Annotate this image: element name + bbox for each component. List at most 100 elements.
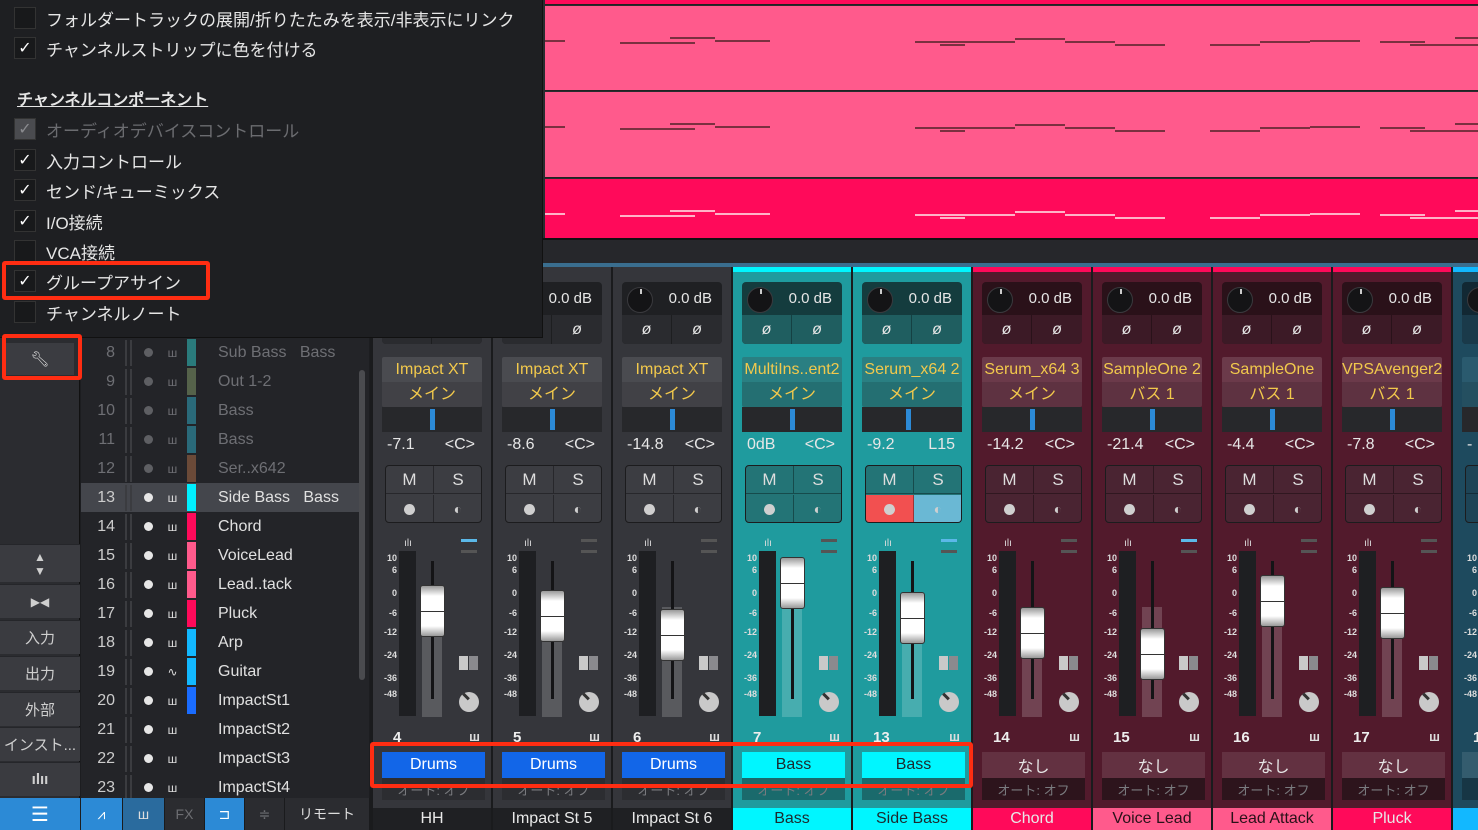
checkbox[interactable] — [14, 7, 36, 29]
mute-button[interactable]: M — [1466, 466, 1478, 494]
option-link-folder-expand[interactable]: フォルダートラックの展開/折りたたみを表示/非表示にリンク — [14, 6, 514, 30]
volume-readout[interactable]: -4.4 — [1227, 436, 1255, 454]
option-group-assign[interactable]: ✓ グループアサイン — [14, 269, 181, 293]
output-destination-selector[interactable] — [1462, 382, 1478, 407]
pan-slider[interactable] — [982, 407, 1082, 432]
record-arm-button[interactable] — [986, 495, 1034, 522]
options-button[interactable]: 🔧︎ — [6, 343, 74, 375]
stereo-mode-icon[interactable] — [579, 656, 598, 670]
record-arm-button[interactable] — [386, 495, 434, 522]
volume-fader[interactable] — [1260, 574, 1285, 627]
pan-readout[interactable]: <C> — [445, 436, 475, 454]
phase-invert-button[interactable]: ø — [742, 315, 792, 344]
volume-readout[interactable]: -7.1 — [387, 436, 415, 454]
pan-knob[interactable] — [459, 692, 479, 712]
visibility-dot-toggle[interactable] — [144, 522, 153, 531]
instrument-view-button[interactable]: ш — [123, 798, 165, 830]
pan-readout[interactable]: <C> — [1285, 436, 1315, 454]
automation-lanes-icon[interactable] — [1061, 539, 1077, 553]
track-list-row[interactable]: 12 ш Ser..x642 — [81, 454, 359, 483]
monitor-button[interactable] — [674, 495, 721, 522]
pan-slider[interactable] — [1462, 407, 1478, 432]
nav-input-button[interactable]: 入力 — [0, 620, 80, 654]
automation-lanes-icon[interactable] — [1301, 539, 1317, 553]
volume-fader[interactable] — [1380, 587, 1405, 639]
automation-mode-button[interactable]: オート: オフ — [862, 778, 965, 800]
visibility-dot-toggle[interactable] — [144, 696, 153, 705]
pan-readout[interactable]: <C> — [565, 436, 595, 454]
solo-button[interactable]: S — [1154, 466, 1201, 494]
option-channel-notes[interactable]: チャンネルノート — [14, 300, 182, 324]
track-list-row[interactable]: 11 ш Bass — [81, 425, 359, 454]
phase-invert-button[interactable]: ø — [862, 315, 912, 344]
input-source-selector[interactable]: VPSAvenger2 — [1342, 357, 1442, 382]
pan-slider[interactable] — [1102, 407, 1202, 432]
checkbox[interactable]: ✓ — [14, 210, 36, 232]
stereo-mode-icon[interactable] — [939, 656, 958, 670]
track-list-row[interactable]: 20 ш ImpactSt1 — [81, 686, 359, 715]
stereo-mode-icon[interactable] — [1059, 656, 1078, 670]
volume-readout[interactable]: -14.2 — [987, 436, 1023, 454]
volume-readout[interactable]: 0dB — [747, 436, 775, 454]
volume-fader[interactable] — [1020, 607, 1045, 660]
track-list-row[interactable]: 19 ∿ Guitar — [81, 657, 359, 686]
channel-name-label[interactable]: Lead Attack — [1213, 808, 1331, 830]
track-list-row[interactable]: 15 ш VoiceLead — [81, 541, 359, 570]
automation-mode-button[interactable]: オート: オフ — [502, 778, 605, 800]
nav-output-button[interactable]: 出力 — [0, 656, 80, 690]
pan-knob[interactable] — [939, 692, 959, 712]
output-destination-selector[interactable]: バス 1 — [1342, 382, 1442, 407]
channel-name-label[interactable]: HH — [373, 808, 491, 830]
pan-readout[interactable]: L15 — [928, 436, 955, 454]
meter-mode-icon[interactable]: ılı — [1240, 538, 1256, 551]
solo-button[interactable]: S — [1034, 466, 1081, 494]
checkbox[interactable] — [14, 301, 36, 323]
visibility-dot-toggle[interactable] — [144, 406, 153, 415]
meter-mode-icon[interactable]: ılı — [880, 538, 896, 551]
pan-knob[interactable] — [699, 692, 719, 712]
track-list-row[interactable]: 10 ш Bass — [81, 396, 359, 425]
expand-collapse-button[interactable]: ▲▼ — [0, 544, 80, 582]
record-arm-button[interactable] — [746, 495, 794, 522]
pan-slider[interactable] — [1222, 407, 1322, 432]
phase-invert-button[interactable]: ø — [1462, 315, 1478, 344]
phase-invert-button[interactable]: ø — [672, 315, 722, 344]
input-gain-knob[interactable] — [1467, 287, 1478, 313]
channel-name-label[interactable]: Impact St 6 — [613, 808, 731, 830]
automation-lanes-icon[interactable] — [821, 539, 837, 553]
arrangement-lane-voice-lead[interactable] — [545, 0, 1478, 5]
phase-invert-button[interactable]: ø — [622, 315, 672, 344]
mute-button[interactable]: M — [866, 466, 914, 494]
record-arm-button[interactable] — [1106, 495, 1154, 522]
visibility-dot-toggle[interactable] — [144, 667, 153, 676]
input-gain-knob[interactable] — [747, 287, 773, 313]
channel-name-label[interactable]: Side Bass — [853, 808, 971, 830]
monitor-button[interactable] — [1274, 495, 1321, 522]
automation-mode-button[interactable]: オート: オフ — [742, 778, 845, 800]
mute-button[interactable]: M — [746, 466, 794, 494]
group-assign-button[interactable]: Bass — [862, 752, 965, 778]
phase-invert-button[interactable]: ø — [1102, 315, 1152, 344]
channel-name-label[interactable] — [1453, 808, 1478, 830]
input-gain-knob[interactable] — [1107, 287, 1133, 313]
group-assign-button[interactable]: なし — [982, 752, 1085, 778]
track-list-row[interactable]: 13 ш Side Bass Bass — [81, 483, 359, 512]
visibility-dot-toggle[interactable] — [144, 638, 153, 647]
option-input-controls[interactable]: ✓ 入力コントロール — [14, 148, 182, 172]
checkbox[interactable] — [14, 240, 36, 262]
stereo-mode-icon[interactable] — [699, 656, 718, 670]
inputs-view-button[interactable]: ⊐ — [205, 798, 245, 830]
track-list-toggle-button[interactable]: ☰ — [0, 798, 80, 830]
input-source-selector[interactable]: Impact XT — [502, 357, 602, 382]
visibility-dot-toggle[interactable] — [144, 725, 153, 734]
volume-readout[interactable]: -7.8 — [1347, 436, 1375, 454]
monitor-button[interactable] — [794, 495, 841, 522]
track-list-row[interactable]: 14 ш Chord — [81, 512, 359, 541]
record-arm-button[interactable] — [1226, 495, 1274, 522]
pan-slider[interactable] — [862, 407, 962, 432]
meter-mode-icon[interactable]: ılı — [1000, 538, 1016, 551]
mute-button[interactable]: M — [386, 466, 434, 494]
pan-knob[interactable] — [819, 692, 839, 712]
phase-invert-button[interactable]: ø — [1272, 315, 1322, 344]
track-list-row[interactable]: 18 ш Arp — [81, 628, 359, 657]
